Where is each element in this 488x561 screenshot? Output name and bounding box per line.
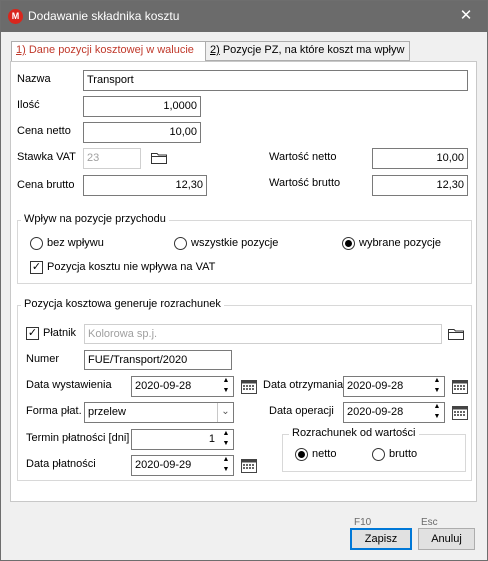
cena-brutto-input[interactable]: 12,30 (83, 175, 207, 196)
cancel-shortcut: Esc (421, 517, 438, 528)
platnik-input[interactable]: Kolorowa sp.j. (84, 324, 442, 344)
wplyw-group: Wpływ na pozycje przychodu bez wpływu ws… (17, 213, 472, 284)
forma-plat-label: Forma płat. (26, 405, 82, 417)
data-operacji-label: Data operacji (269, 405, 334, 417)
dialog-window: M Dodawanie składnika kosztu ✕ 1) Dane p… (0, 0, 488, 561)
radio-wszystkie-pozycje[interactable] (174, 237, 187, 250)
chevron-down-icon[interactable]: ⌄ (217, 403, 233, 422)
tab-dane-pozycji[interactable]: 1) Dane pozycji kosztowej w walucie (11, 41, 206, 62)
termin-label: Termin płatności [dni] (26, 432, 130, 444)
termin-spinner[interactable]: ▲ ▼ (219, 429, 233, 450)
tab-label: Dane pozycji kosztowej w walucie (25, 44, 194, 56)
cena-brutto-label: Cena brutto (17, 179, 75, 191)
data-otrzymania-label: Data otrzymania (263, 379, 344, 391)
stawka-vat-label: Stawka VAT (17, 151, 76, 163)
radio-bez-wplywu-label[interactable]: bez wpływu (47, 237, 104, 249)
window-title: Dodawanie składnika kosztu (28, 9, 180, 23)
wartosc-brutto-label: Wartość brutto (269, 177, 341, 189)
radio-netto-label[interactable]: netto (312, 448, 336, 460)
vat-checkbox[interactable]: ✓ (30, 261, 43, 274)
wartosc-netto-input[interactable]: 10,00 (372, 148, 468, 169)
tab-number: 1) (16, 44, 26, 56)
numer-input[interactable]: FUE/Transport/2020 (84, 350, 232, 370)
folder-icon[interactable] (448, 328, 464, 340)
calendar-icon[interactable] (241, 458, 257, 473)
close-icon: ✕ (459, 7, 473, 24)
numer-label: Numer (26, 353, 60, 365)
radio-brutto-label[interactable]: brutto (389, 448, 417, 460)
nazwa-input[interactable]: Transport (83, 70, 468, 91)
radio-wszystkie-pozycje-label[interactable]: wszystkie pozycje (191, 237, 278, 249)
tab-number: 2) (210, 44, 220, 56)
folder-icon[interactable] (151, 152, 167, 164)
title-bar: M Dodawanie składnika kosztu ✕ (1, 1, 487, 32)
tab-pozycje-pz[interactable]: 2) Pozycje PZ, na które koszt ma wpływ (205, 41, 410, 61)
tab-label: Pozycje PZ, na które koszt ma wpływ (219, 44, 405, 56)
ilosc-label: Ilość (17, 99, 40, 111)
radio-brutto[interactable] (372, 448, 385, 461)
wartosc-brutto-input[interactable]: 12,30 (372, 175, 468, 196)
data-platnosci-label: Data płatności (26, 458, 96, 470)
wartosc-netto-label: Wartość netto (269, 151, 337, 163)
calendar-icon[interactable] (241, 379, 257, 394)
rozrachunek-group: Pozycja kosztowa generuje rozrachunek ✓ … (17, 298, 472, 481)
forma-plat-value: przelew (88, 406, 126, 418)
checkmark-icon: ✓ (27, 327, 38, 339)
checkmark-icon: ✓ (31, 261, 42, 273)
data-wystawienia-label: Data wystawienia (26, 379, 112, 391)
od-wartosci-group: Rozrachunek od wartości netto brutto (282, 427, 466, 472)
platnik-checkbox[interactable]: ✓ (26, 327, 39, 340)
data-otrzymania-spinner[interactable]: ▲ ▼ (430, 376, 444, 397)
save-shortcut: F10 (354, 517, 372, 528)
save-button[interactable]: Zapisz (350, 528, 412, 550)
app-logo-icon: M (8, 9, 23, 24)
calendar-icon[interactable] (452, 405, 468, 420)
radio-bez-wplywu[interactable] (30, 237, 43, 250)
radio-netto[interactable] (295, 448, 308, 461)
cancel-button[interactable]: Anuluj (418, 528, 475, 550)
ilosc-input[interactable]: 1,0000 (83, 96, 201, 117)
rozrachunek-group-title: Pozycja kosztowa generuje rozrachunek (21, 298, 224, 310)
data-operacji-spinner[interactable]: ▲ ▼ (430, 402, 444, 423)
stawka-vat-input[interactable]: 23 (83, 148, 141, 169)
radio-wybrane-pozycje[interactable] (342, 237, 355, 250)
data-wystawienia-spinner[interactable]: ▲ ▼ (219, 376, 233, 397)
radio-wybrane-pozycje-label[interactable]: wybrane pozycje (359, 237, 441, 249)
wplyw-group-title: Wpływ na pozycje przychodu (21, 213, 169, 225)
close-button[interactable]: ✕ (451, 5, 481, 27)
calendar-icon[interactable] (452, 379, 468, 394)
tab-panel: Nazwa Transport Ilość 1,0000 Cena netto … (10, 61, 477, 502)
data-platnosci-spinner[interactable]: ▲ ▼ (219, 455, 233, 476)
cena-netto-label: Cena netto (17, 125, 71, 137)
cena-netto-input[interactable]: 10,00 (83, 122, 201, 143)
od-wartosci-title: Rozrachunek od wartości (289, 427, 419, 439)
platnik-label[interactable]: Płatnik (43, 327, 76, 339)
vat-checkbox-label[interactable]: Pozycja kosztu nie wpływa na VAT (47, 261, 215, 273)
nazwa-label: Nazwa (17, 73, 51, 85)
forma-plat-select[interactable]: przelew (84, 402, 234, 423)
